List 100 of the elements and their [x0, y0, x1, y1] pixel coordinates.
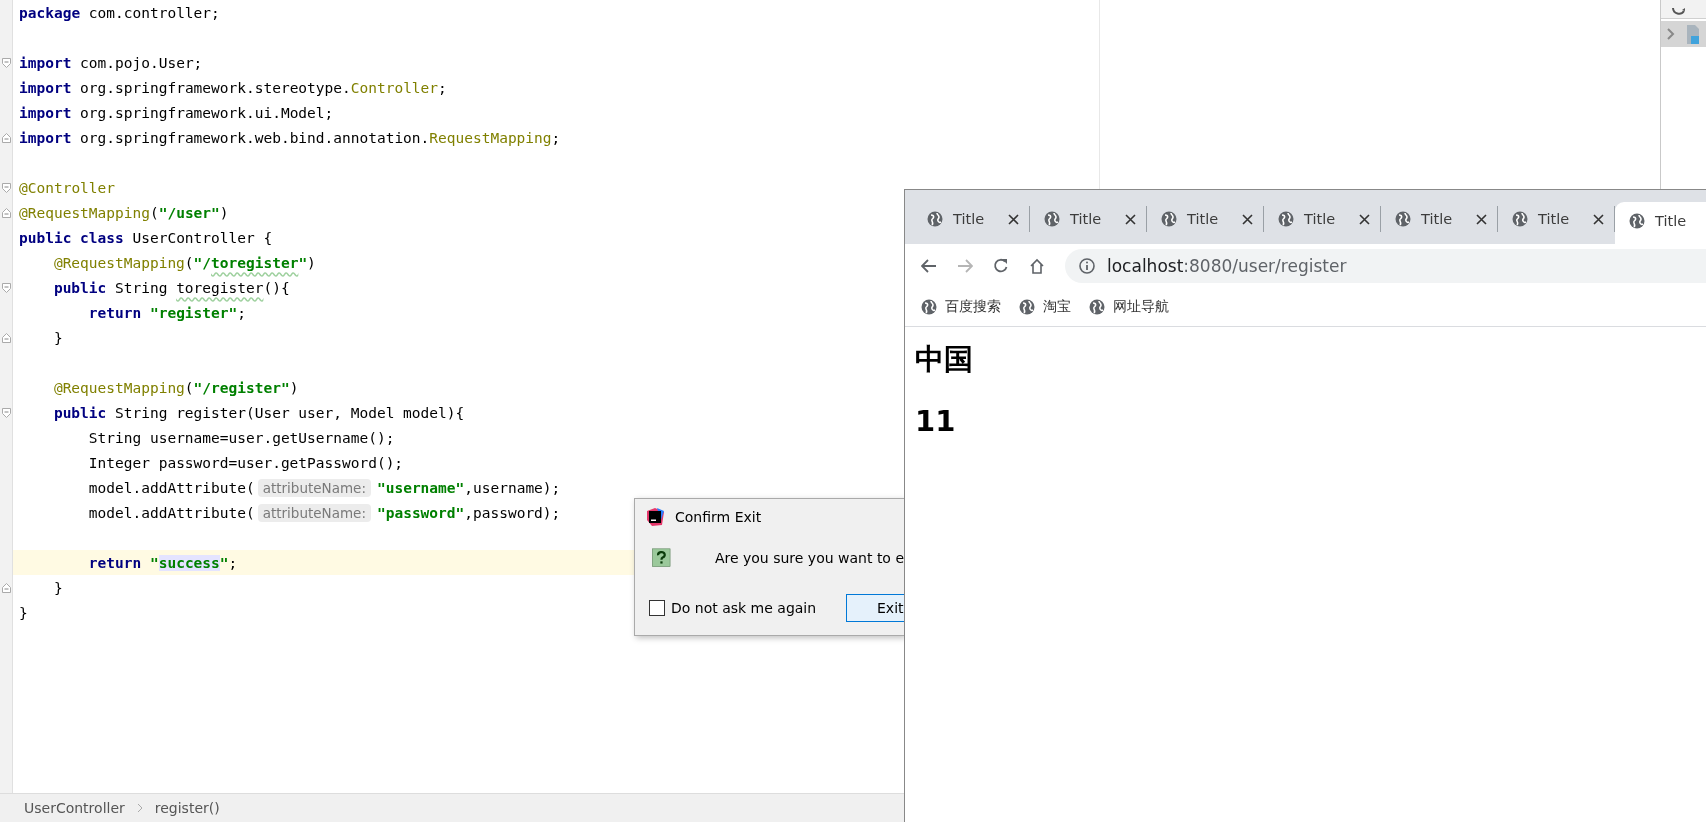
code-text: String register(User user, Model model){ [114, 404, 465, 421]
code-text: (){ [263, 279, 290, 296]
file-icon [1685, 24, 1699, 44]
tab-title: Title [953, 211, 986, 227]
string-literal: toregister [211, 254, 299, 271]
dialog-title: Confirm Exit [675, 509, 762, 525]
annotation: @RequestMapping [53, 254, 185, 271]
tab-title: Title [1070, 211, 1103, 227]
globe-icon [1395, 211, 1411, 227]
globe-icon [1019, 299, 1035, 315]
keyword: import [19, 54, 72, 71]
browser-tab[interactable]: Title [1615, 202, 1706, 244]
dialog-message: Are you sure you want to e [714, 550, 904, 566]
code-text: ) [289, 379, 299, 396]
code-text: ; [551, 129, 561, 146]
browser-tab[interactable]: Title [1381, 206, 1498, 232]
keyword: public class [19, 229, 124, 246]
globe-icon [1161, 211, 1177, 227]
breadcrumb-item[interactable]: register() [154, 800, 220, 816]
annotation: @RequestMapping [53, 379, 185, 396]
string-literal: "/user" [158, 204, 220, 221]
close-icon[interactable] [1008, 213, 1019, 225]
tab-title: Title [1655, 213, 1688, 229]
code-text: org.springframework.web.bind.annotation. [79, 129, 430, 146]
close-icon[interactable] [1359, 213, 1370, 225]
code-text: ) [307, 254, 316, 271]
url-text: localhost:8080/user/register [1107, 256, 1347, 276]
tab-title: Title [1421, 211, 1454, 227]
code-text: ; [237, 304, 246, 321]
globe-icon [1044, 211, 1060, 227]
code-text: ,password); [464, 504, 561, 521]
keyword: return [88, 554, 142, 571]
code-text: } [53, 579, 63, 596]
close-icon[interactable] [1593, 213, 1604, 225]
code-text: model.addAttribute( [88, 504, 255, 521]
code-text: org.springframework.ui.Model; [79, 104, 334, 121]
page-heading: 11 [915, 403, 957, 440]
code-text: com.pojo.User; [79, 54, 203, 71]
parameter-hint: attributeName: [257, 478, 371, 497]
string-literal: " [148, 554, 159, 571]
globe-icon [927, 211, 943, 227]
info-icon[interactable] [1079, 258, 1095, 274]
keyword: return [88, 304, 142, 321]
string-literal: "/ [193, 254, 212, 271]
code-text: toregister [176, 279, 264, 296]
class-name: RequestMapping [429, 129, 552, 146]
tab-title: Title [1187, 211, 1220, 227]
globe-icon [1278, 211, 1294, 227]
bookmark-link[interactable]: 网址导航 [1113, 298, 1169, 316]
code-text: ; [228, 554, 238, 571]
highlighted-string: success [158, 554, 220, 571]
keyword: import [19, 104, 72, 121]
browser-tab[interactable]: Title [1030, 206, 1147, 232]
close-icon[interactable] [1125, 213, 1136, 225]
keyword: public [53, 279, 107, 296]
browser-tab[interactable]: Title [1264, 206, 1381, 232]
browser-tab[interactable]: Title [1147, 206, 1264, 232]
back-icon[interactable] [921, 259, 937, 273]
string-literal: "password" [376, 504, 465, 521]
globe-icon [1629, 213, 1645, 229]
address-bar[interactable]: localhost:8080/user/register [1065, 249, 1706, 283]
keyword: import [19, 129, 72, 146]
globe-icon [921, 299, 937, 315]
code-text: String username=user.getUsername(); [88, 429, 395, 446]
reload-icon[interactable] [993, 258, 1009, 274]
bookmark-link[interactable]: 淘宝 [1043, 298, 1071, 316]
close-icon[interactable] [1476, 213, 1487, 225]
keyword: import [19, 79, 72, 96]
bookmark-link[interactable]: 百度搜索 [945, 298, 1001, 316]
string-literal: "/register" [193, 379, 290, 396]
code-text: ,username); [464, 479, 561, 496]
globe-icon [1512, 211, 1528, 227]
exit-button[interactable]: Exit [846, 594, 904, 622]
home-icon[interactable] [1029, 258, 1045, 274]
code-text: ( [184, 379, 194, 396]
browser-tab[interactable]: Title [913, 206, 1030, 232]
annotation: @RequestMapping [19, 204, 150, 221]
breadcrumb-item[interactable]: UserController [24, 800, 125, 816]
string-literal: " [219, 554, 229, 571]
code-text: } [53, 329, 63, 346]
code-text: } [19, 604, 28, 621]
string-literal: "register" [148, 304, 238, 321]
class-name: Controller [350, 79, 439, 96]
code-text: ( [184, 254, 194, 271]
code-text: model.addAttribute( [88, 479, 255, 496]
code-text: org.springframework.stereotype. [79, 79, 351, 96]
app-logo-icon [645, 507, 665, 527]
string-literal: " [298, 254, 308, 271]
code-text: com.controller; [87, 4, 220, 21]
keyword: package [19, 4, 81, 21]
checkbox-box[interactable] [649, 600, 665, 616]
close-icon[interactable] [1242, 213, 1253, 225]
code-text: ; [438, 79, 447, 96]
tab-title: Title [1304, 211, 1337, 227]
code-text: String [114, 279, 169, 296]
annotation: @Controller [19, 179, 116, 196]
parameter-hint: attributeName: [257, 503, 371, 522]
code-text: UserController { [131, 229, 273, 246]
browser-tab[interactable]: Title [1498, 206, 1615, 232]
tab-title: Title [1538, 211, 1571, 227]
